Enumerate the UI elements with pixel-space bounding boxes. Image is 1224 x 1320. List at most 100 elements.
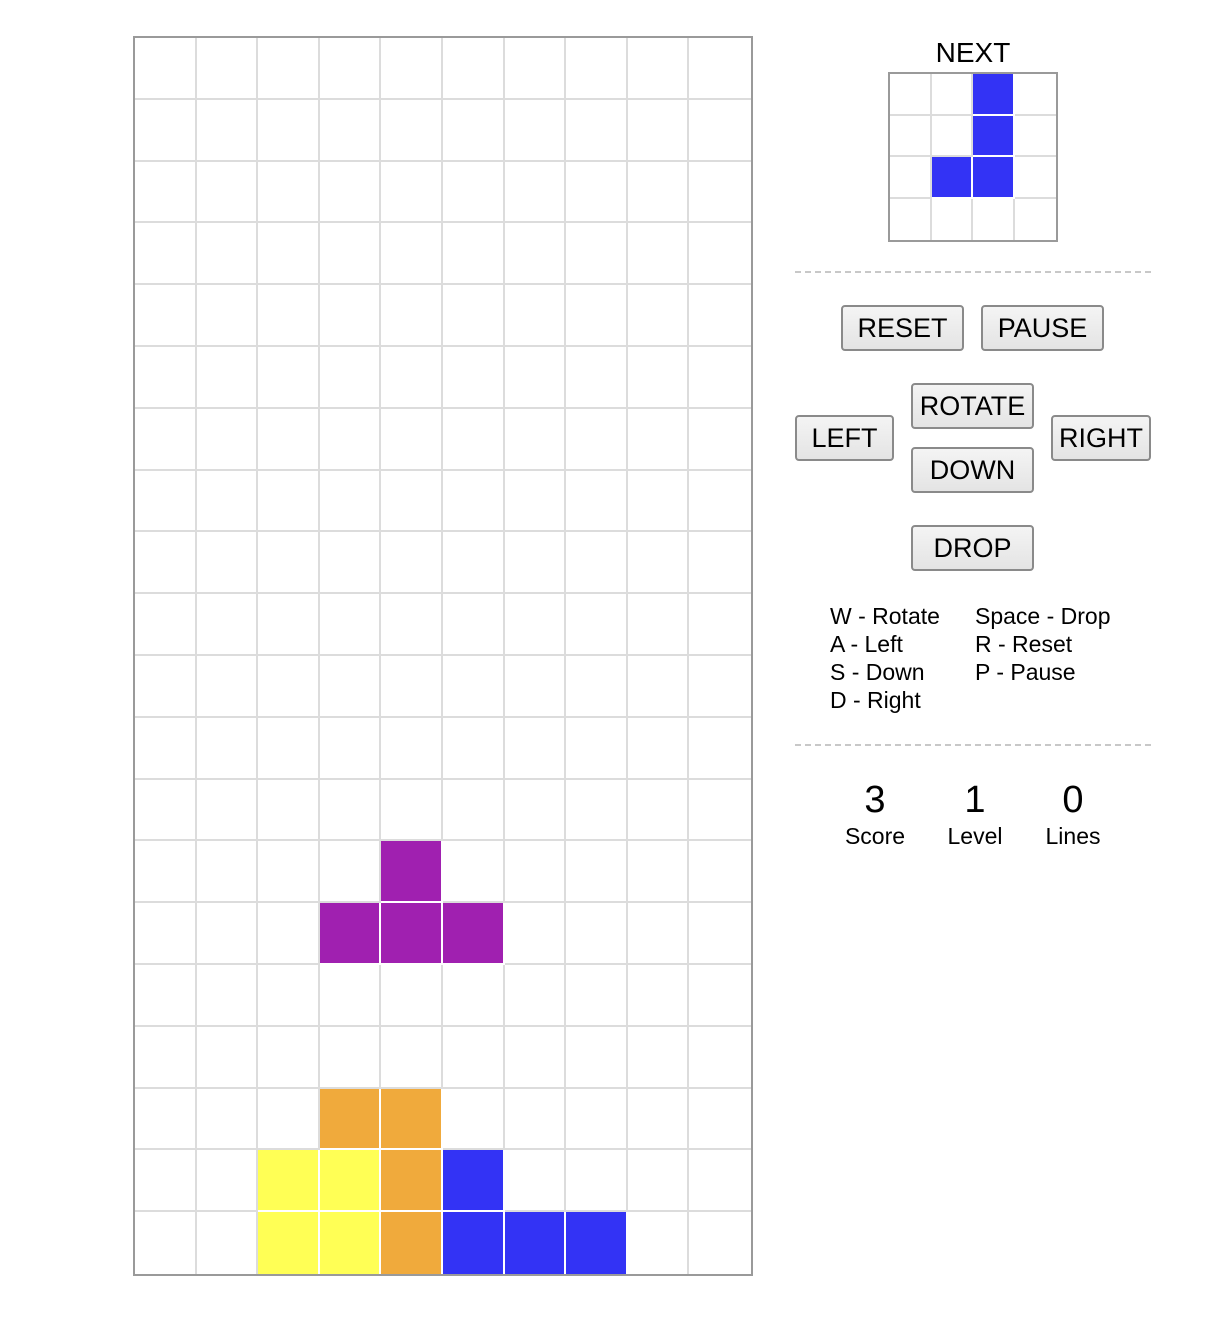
board-cell xyxy=(258,470,320,533)
board-cell xyxy=(566,1088,628,1151)
shortcuts-left-column: W - Rotate A - Left S - Down D - Right xyxy=(830,602,940,714)
board-cell xyxy=(627,347,690,409)
next-block xyxy=(973,157,1015,199)
next-cell xyxy=(890,115,932,157)
board-cell xyxy=(381,161,443,224)
board-cell xyxy=(689,1089,751,1151)
board-cell xyxy=(443,347,505,409)
board-cell xyxy=(689,903,751,965)
board-cell xyxy=(135,903,197,965)
block-t xyxy=(381,841,443,904)
board-cell xyxy=(135,1088,197,1151)
board-cell xyxy=(689,1212,751,1274)
board-cell xyxy=(196,841,259,904)
board-cell xyxy=(689,1027,751,1089)
block-j xyxy=(443,1150,505,1213)
board-cell xyxy=(196,99,259,162)
board-cell xyxy=(627,532,690,595)
board-cell xyxy=(504,532,567,595)
block-o xyxy=(319,1212,382,1274)
board-cell xyxy=(689,223,751,286)
board-cell xyxy=(381,965,443,1027)
board-cell xyxy=(627,285,690,347)
level-value: 1 xyxy=(964,779,986,821)
board-cell xyxy=(135,1026,197,1089)
board-cell xyxy=(443,594,505,656)
board-cell xyxy=(627,161,690,224)
right-button[interactable]: RIGHT xyxy=(1051,415,1151,461)
board-cell xyxy=(504,38,567,100)
next-cell xyxy=(1014,74,1056,116)
board-cell xyxy=(566,470,628,533)
board-cell xyxy=(504,779,567,842)
board-cell xyxy=(627,841,690,904)
shortcut-drop: Space - Drop xyxy=(975,603,1111,629)
board-cell xyxy=(566,841,628,904)
board-cell xyxy=(627,470,690,533)
left-button[interactable]: LEFT xyxy=(795,415,894,461)
board-cell xyxy=(381,656,443,718)
board-cell xyxy=(504,841,567,904)
board-cell xyxy=(196,656,259,718)
board-cell xyxy=(566,1150,628,1213)
board-cell xyxy=(319,285,382,347)
board-cell xyxy=(627,717,690,780)
board-cell xyxy=(566,594,628,656)
board-cell xyxy=(443,965,505,1027)
board-cell xyxy=(504,99,567,162)
board-cell xyxy=(381,285,443,347)
board-cell xyxy=(627,38,690,100)
board-cell xyxy=(504,470,567,533)
shortcut-pause: P - Pause xyxy=(975,659,1076,685)
board-cell xyxy=(627,779,690,842)
score-value: 3 xyxy=(864,779,886,821)
reset-button[interactable]: RESET xyxy=(841,305,964,351)
rotate-button[interactable]: ROTATE xyxy=(911,383,1034,429)
pause-button[interactable]: PAUSE xyxy=(981,305,1104,351)
shortcuts-right-column: Space - Drop R - Reset P - Pause xyxy=(975,602,1111,686)
board-cell xyxy=(196,903,259,965)
board-cell xyxy=(381,779,443,842)
board-cell xyxy=(196,408,259,471)
board-cell xyxy=(319,965,382,1027)
board-cell xyxy=(689,965,751,1027)
board-cell xyxy=(258,285,320,347)
board-cell xyxy=(504,285,567,347)
board-cell xyxy=(135,532,197,595)
board-cell xyxy=(258,1088,320,1151)
board-cell xyxy=(319,38,382,100)
board-cell xyxy=(443,161,505,224)
board-cell xyxy=(381,532,443,595)
drop-button[interactable]: DROP xyxy=(911,525,1034,571)
next-piece-preview xyxy=(888,72,1058,242)
board-cell xyxy=(443,285,505,347)
down-button[interactable]: DOWN xyxy=(911,447,1034,493)
board-cell xyxy=(504,161,567,224)
board-cell xyxy=(381,470,443,533)
board-cell xyxy=(196,532,259,595)
board-cell xyxy=(196,1088,259,1151)
board-cell xyxy=(504,656,567,718)
block-j xyxy=(504,1212,567,1274)
board-cell xyxy=(443,779,505,842)
board-cell xyxy=(689,162,751,224)
next-piece-label: NEXT xyxy=(935,37,1011,68)
board-cell xyxy=(196,470,259,533)
board-cell xyxy=(504,594,567,656)
board-cell xyxy=(504,408,567,471)
board-cell xyxy=(566,38,628,100)
block-t xyxy=(443,903,505,965)
board-cell xyxy=(196,223,259,286)
board-cell xyxy=(566,99,628,162)
board-cell xyxy=(443,656,505,718)
board-cell xyxy=(135,161,197,224)
board-cell xyxy=(443,717,505,780)
board-cell xyxy=(135,38,197,100)
next-cell xyxy=(1014,116,1056,157)
board-cell xyxy=(258,532,320,595)
next-cell xyxy=(973,198,1015,240)
board-cell xyxy=(196,347,259,409)
board-cell xyxy=(196,161,259,224)
board-cell xyxy=(689,285,751,347)
board-cell xyxy=(381,38,443,100)
